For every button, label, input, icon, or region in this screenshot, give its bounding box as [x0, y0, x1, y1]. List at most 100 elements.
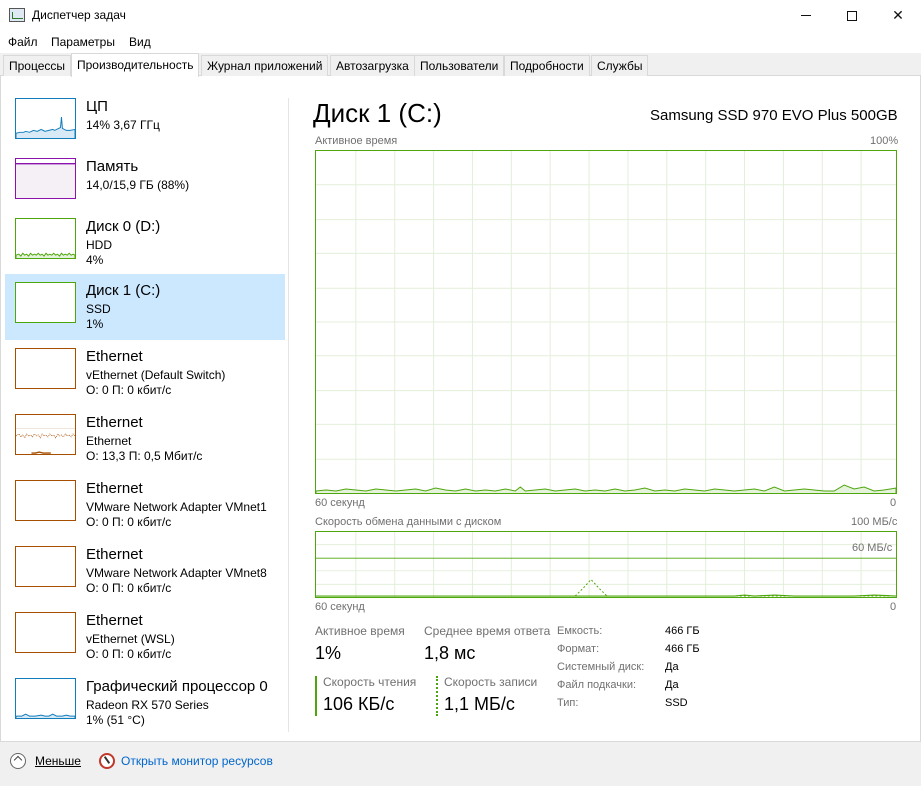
tab-startup[interactable]: Автозагрузка: [330, 55, 415, 76]
sidebar-item-ethernet-vmnet1[interactable]: Ethernet VMware Network Adapter VMnet1 О…: [5, 472, 285, 538]
gpu-thumbnail: [15, 678, 76, 719]
sidebar-sub: VMware Network Adapter VMnet1: [86, 500, 267, 514]
ethernet-thumbnail: [15, 414, 76, 455]
active-time-graph: [315, 150, 897, 494]
sidebar-item-ethernet-wsl[interactable]: Ethernet vEthernet (WSL) О: 0 П: 0 кбит/…: [5, 604, 285, 670]
menu-file[interactable]: Файл: [8, 35, 38, 49]
window-title: Диспетчер задач: [32, 8, 126, 22]
response-time-value: 1,8 мс: [424, 643, 476, 663]
close-icon: ✕: [892, 7, 904, 23]
graph1-max: 100%: [870, 135, 899, 147]
sidebar-title: Ethernet: [86, 480, 143, 497]
panel-divider: [288, 98, 289, 732]
read-speed-value: 106 КБ/с: [323, 694, 395, 714]
title-bar: Диспетчер задач ✕: [0, 0, 921, 31]
active-time-label: Активное время: [315, 624, 405, 638]
sidebar-item-ethernet-vmnet8[interactable]: Ethernet VMware Network Adapter VMnet8 О…: [5, 538, 285, 604]
read-legend-line: [315, 676, 317, 716]
read-speed-label: Скорость чтения: [323, 675, 417, 689]
ethernet-thumbnail: [15, 546, 76, 587]
tab-processes[interactable]: Процессы: [3, 55, 72, 76]
graph1-label: Активное время: [315, 135, 398, 147]
sidebar-title: Ethernet: [86, 546, 143, 563]
sidebar-sub2: 1% (51 °C): [86, 713, 145, 727]
resource-list: ЦП 14% 3,67 ГГц Память 14,0/15,9 ГБ (88%…: [5, 90, 285, 738]
tab-performance[interactable]: Производительность: [71, 53, 200, 77]
resource-monitor-icon[interactable]: [99, 753, 115, 769]
write-speed-value: 1,1 МБ/с: [444, 694, 515, 714]
prop-value: SSD: [665, 697, 688, 709]
sidebar-item-cpu[interactable]: ЦП 14% 3,67 ГГц: [5, 90, 285, 156]
graph2-min: 0: [890, 601, 897, 613]
prop-value: Да: [665, 679, 679, 691]
active-time-value: 1%: [315, 643, 342, 663]
sidebar-item-ethernet[interactable]: Ethernet Ethernet О: 13,3 П: 0,5 Мбит/с: [5, 406, 285, 472]
sidebar-item-disk1[interactable]: Диск 1 (C:) SSD 1%: [5, 274, 285, 340]
sidebar-title: Ethernet: [86, 414, 143, 431]
menu-view[interactable]: Вид: [129, 35, 151, 49]
sidebar-title: ЦП: [86, 98, 108, 115]
sidebar-title: Ethernet: [86, 612, 143, 629]
cpu-thumbnail: [15, 98, 76, 139]
sidebar-sub: Radeon RX 570 Series: [86, 698, 209, 712]
sidebar-title: Ethernet: [86, 348, 143, 365]
menu-params[interactable]: Параметры: [51, 35, 115, 49]
sidebar-item-disk0[interactable]: Диск 0 (D:) HDD 4%: [5, 210, 285, 276]
write-speed-label: Скорость записи: [444, 675, 538, 689]
sidebar-sub: Ethernet: [86, 434, 132, 448]
prop-value: 466 ГБ: [665, 625, 700, 637]
graph2-time: 60 секунд: [315, 601, 365, 613]
graph1-time: 60 секунд: [315, 497, 365, 509]
sidebar-title: Графический процессор 0: [86, 678, 268, 695]
tab-details[interactable]: Подробности: [504, 55, 590, 76]
graph2-label: Скорость обмена данными с диском: [315, 516, 502, 528]
tab-users[interactable]: Пользователи: [414, 55, 505, 76]
sidebar-title: Диск 0 (D:): [86, 218, 161, 235]
prop-key: Емкость:: [557, 625, 603, 637]
sidebar-sub: 14% 3,67 ГГц: [86, 118, 160, 132]
maximize-icon: [847, 10, 857, 21]
tab-services[interactable]: Службы: [591, 55, 649, 76]
disk-model: Samsung SSD 970 EVO Plus 500GB: [650, 107, 898, 124]
open-resource-monitor-link[interactable]: Открыть монитор ресурсов: [121, 754, 273, 768]
ethernet-thumbnail: [15, 480, 76, 521]
sidebar-title: Память: [86, 158, 139, 175]
sidebar-sub2: 1%: [86, 317, 104, 331]
prop-key: Формат:: [557, 643, 600, 655]
sidebar-sub2: О: 13,3 П: 0,5 Мбит/с: [86, 449, 203, 463]
prop-key: Системный диск:: [557, 661, 645, 673]
tab-bar: Процессы Производительность Журнал прило…: [0, 53, 921, 77]
close-button[interactable]: ✕: [875, 0, 921, 31]
page-title: Диск 1 (C:): [313, 98, 442, 128]
minimize-button[interactable]: [783, 0, 829, 31]
memory-thumbnail: [15, 158, 76, 199]
chevron-up-icon[interactable]: [10, 753, 26, 769]
prop-value: Да: [665, 661, 679, 673]
performance-content: ЦП 14% 3,67 ГГц Память 14,0/15,9 ГБ (88%…: [0, 76, 921, 741]
footer-bar: Меньше Открыть монитор ресурсов: [0, 741, 921, 786]
sidebar-sub: HDD: [86, 238, 112, 252]
task-manager-icon: [9, 8, 25, 22]
sidebar-item-memory[interactable]: Память 14,0/15,9 ГБ (88%): [5, 150, 285, 216]
sidebar-item-gpu[interactable]: Графический процессор 0 Radeon RX 570 Se…: [5, 670, 285, 736]
maximize-button[interactable]: [829, 0, 875, 31]
graph1-min: 0: [890, 497, 897, 509]
disk0-thumbnail: [15, 218, 76, 259]
sidebar-sub: vEthernet (WSL): [86, 632, 175, 646]
transfer-rate-graph: [315, 531, 897, 598]
ethernet-thumbnail: [15, 612, 76, 653]
tab-app-history[interactable]: Журнал приложений: [201, 55, 329, 76]
sidebar-item-ethernet-default-switch[interactable]: Ethernet vEthernet (Default Switch) О: 0…: [5, 340, 285, 406]
fewer-details-button[interactable]: Меньше: [35, 754, 81, 768]
ethernet-thumbnail: [15, 348, 76, 389]
sidebar-sub2: О: 0 П: 0 кбит/с: [86, 515, 172, 529]
sidebar-sub: vEthernet (Default Switch): [86, 368, 226, 382]
menu-bar: Файл Параметры Вид: [0, 31, 921, 53]
prop-key: Тип:: [557, 697, 579, 709]
sidebar-title: Диск 1 (C:): [86, 282, 161, 299]
prop-key: Файл подкачки:: [557, 679, 637, 691]
prop-value: 466 ГБ: [665, 643, 700, 655]
sidebar-sub: VMware Network Adapter VMnet8: [86, 566, 267, 580]
graph2-max: 100 МБ/с: [851, 516, 898, 528]
response-time-label: Среднее время ответа: [424, 624, 551, 638]
